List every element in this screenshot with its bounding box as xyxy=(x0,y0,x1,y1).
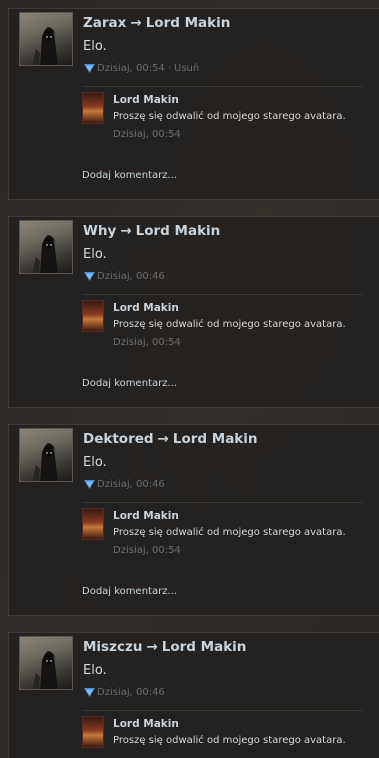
comment: Lord Makin Proszę się odwalić od mojego … xyxy=(82,294,362,350)
comment-time: Dzisiaj, 00:54 xyxy=(113,545,181,556)
comment-author-link[interactable]: Lord Makin xyxy=(113,718,179,730)
post-text: Elo. xyxy=(83,247,107,262)
post-meta: Dzisiaj, 00:46 xyxy=(83,478,165,490)
vote-arrow-icon[interactable] xyxy=(83,270,96,282)
post-recipient-link[interactable]: Lord Makin xyxy=(136,223,221,239)
post-meta: Dzisiaj, 00:46 xyxy=(83,270,165,282)
commenter-avatar[interactable] xyxy=(82,716,104,748)
author-avatar[interactable] xyxy=(19,220,73,274)
author-avatar[interactable] xyxy=(19,636,73,690)
author-avatar[interactable] xyxy=(19,428,73,482)
commenter-avatar[interactable] xyxy=(82,300,104,332)
post-header: Miszczu → Lord Makin xyxy=(83,639,246,655)
vote-arrow-icon[interactable] xyxy=(83,686,96,698)
vote-arrow-icon[interactable] xyxy=(83,478,96,490)
post-header: Dektored → Lord Makin xyxy=(83,431,258,447)
commenter-avatar[interactable] xyxy=(82,508,104,540)
post-author-link[interactable]: Dektored xyxy=(83,431,154,447)
comment-text: Proszę się odwalić od mojego starego ava… xyxy=(113,319,346,330)
post-recipient-link[interactable]: Lord Makin xyxy=(173,431,258,447)
post-author-link[interactable]: Miszczu xyxy=(83,639,142,655)
hooded-figure-icon xyxy=(32,443,58,481)
post-text: Elo. xyxy=(83,663,107,678)
arrow-separator: → xyxy=(157,431,169,447)
add-comment-link[interactable]: Dodaj komentarz... xyxy=(82,170,177,181)
arrow-separator: → xyxy=(130,15,142,31)
feed-post: Why → Lord Makin Elo. Dzisiaj, 00:46 Lord … xyxy=(8,216,379,408)
hooded-figure-icon xyxy=(32,235,58,273)
comment-author-link[interactable]: Lord Makin xyxy=(113,94,179,106)
arrow-separator: → xyxy=(146,639,158,655)
post-recipient-link[interactable]: Lord Makin xyxy=(162,639,247,655)
comment-author-link[interactable]: Lord Makin xyxy=(113,302,179,314)
post-author-link[interactable]: Why xyxy=(83,223,116,239)
comment-text: Proszę się odwalić od mojego starego ava… xyxy=(113,735,346,746)
comment: Lord Makin Proszę się odwalić od mojego … xyxy=(82,502,362,558)
add-comment-link[interactable]: Dodaj komentarz... xyxy=(82,378,177,389)
comment-time: Dzisiaj, 00:54 xyxy=(113,129,181,140)
comment: Lord Makin Proszę się odwalić od mojego … xyxy=(82,710,362,758)
comment: Lord Makin Proszę się odwalić od mojego … xyxy=(82,86,362,142)
post-meta: Dzisiaj, 00:54 · Usuń xyxy=(83,62,199,74)
comment-text: Proszę się odwalić od mojego starego ava… xyxy=(113,111,346,122)
meta-separator: · xyxy=(167,62,171,74)
feed-post: Zarax → Lord Makin Elo. Dzisiaj, 00:54 · U… xyxy=(8,8,379,200)
vote-arrow-icon[interactable] xyxy=(83,62,96,74)
post-text: Elo. xyxy=(83,39,107,54)
activity-feed: Zarax → Lord Makin Elo. Dzisiaj, 00:54 · U… xyxy=(0,0,379,758)
post-time: Dzisiaj, 00:54 xyxy=(97,62,165,74)
post-meta: Dzisiaj, 00:46 xyxy=(83,686,165,698)
post-header: Why → Lord Makin xyxy=(83,223,220,239)
commenter-avatar[interactable] xyxy=(82,92,104,124)
post-time: Dzisiaj, 00:46 xyxy=(97,270,165,282)
post-author-link[interactable]: Zarax xyxy=(83,15,126,31)
comment-author-link[interactable]: Lord Makin xyxy=(113,510,179,522)
comment-time: Dzisiaj, 00:54 xyxy=(113,337,181,348)
delete-link[interactable]: Usuń xyxy=(174,63,199,74)
comment-text: Proszę się odwalić od mojego starego ava… xyxy=(113,527,346,538)
arrow-separator: → xyxy=(120,223,132,239)
feed-post: Miszczu → Lord Makin Elo. Dzisiaj, 00:46 L… xyxy=(8,632,379,758)
post-text: Elo. xyxy=(83,455,107,470)
hooded-figure-icon xyxy=(32,651,58,689)
author-avatar[interactable] xyxy=(19,12,73,66)
post-time: Dzisiaj, 00:46 xyxy=(97,478,165,490)
add-comment-link[interactable]: Dodaj komentarz... xyxy=(82,586,177,597)
post-time: Dzisiaj, 00:46 xyxy=(97,686,165,698)
post-recipient-link[interactable]: Lord Makin xyxy=(146,15,231,31)
feed-post: Dektored → Lord Makin Elo. Dzisiaj, 00:46 … xyxy=(8,424,379,616)
hooded-figure-icon xyxy=(32,27,58,65)
post-header: Zarax → Lord Makin xyxy=(83,15,230,31)
